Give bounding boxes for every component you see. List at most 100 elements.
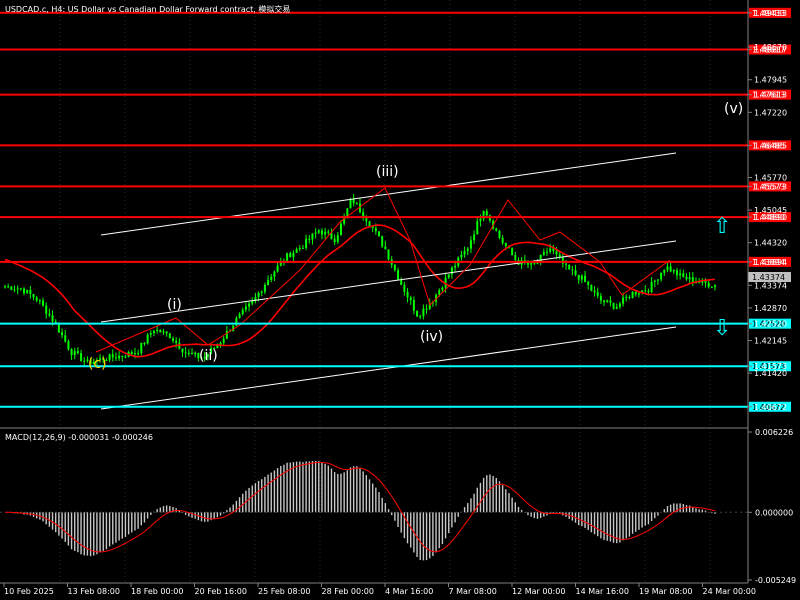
candle-body — [628, 297, 631, 299]
wave-label-iv: (iv) — [420, 329, 443, 345]
candle-body — [603, 300, 606, 303]
candle-body — [26, 289, 29, 294]
candle-body — [660, 272, 663, 280]
candle-body — [466, 248, 469, 251]
candle-body — [533, 262, 536, 264]
wave-label-ii: (ii) — [199, 348, 218, 364]
price-tick-label: 1.47613 — [754, 91, 787, 100]
up-arrow-icon: ⇧ — [713, 214, 731, 239]
price-tick-label: 1.44890 — [754, 213, 787, 222]
candle-body — [175, 340, 178, 343]
candle-body — [593, 290, 596, 293]
candle-body — [587, 281, 590, 286]
wave-label-i: (i) — [167, 297, 182, 313]
candle-body — [571, 269, 574, 271]
macd-tick-label: 0.006226 — [755, 428, 793, 437]
candle-body — [416, 310, 419, 317]
candle-body — [171, 338, 174, 341]
candle-body — [64, 335, 67, 342]
candle-body — [320, 230, 323, 235]
time-tick-label: 7 Mar 08:00 — [449, 587, 497, 596]
candle-body — [495, 228, 498, 231]
candle-body — [479, 218, 482, 222]
candle-body — [305, 238, 308, 248]
candle-body — [596, 292, 599, 296]
candle-body — [355, 203, 358, 205]
candle-body — [70, 349, 73, 355]
candle-body — [270, 276, 273, 280]
candle-body — [656, 279, 659, 281]
candle-body — [162, 331, 165, 333]
trading-chart[interactable]: 1.49433 1.48617 1.47613 1.46485 1.45573 1.448… — [0, 0, 800, 600]
candle-body — [35, 297, 38, 301]
candle-body — [314, 232, 317, 234]
candle-body — [397, 270, 400, 280]
candle-body — [498, 230, 501, 238]
candle-body — [476, 221, 479, 235]
candle-body — [61, 332, 64, 336]
candle-body — [647, 290, 650, 292]
candle-body — [606, 300, 609, 303]
candle-body — [577, 274, 580, 280]
candle-body — [336, 235, 339, 243]
candle-body — [637, 293, 640, 295]
time-tick-label: 10 Feb 2025 — [4, 587, 54, 596]
candle-body — [419, 316, 422, 318]
price-tick-label: 1.40672 — [754, 403, 787, 412]
candle-body — [339, 223, 342, 236]
time-tick-label: 24 Mar 00:00 — [703, 587, 756, 596]
candle-body — [108, 354, 111, 361]
candle-body — [698, 282, 701, 284]
price-tick-label: 1.42145 — [754, 337, 787, 346]
candle-body — [248, 303, 251, 307]
candle-body — [45, 305, 48, 314]
time-tick-label: 4 Mar 16:00 — [385, 587, 433, 596]
price-tick-label: 1.46485 — [754, 141, 787, 150]
candle-body — [324, 231, 327, 235]
candle-body — [463, 250, 466, 255]
candle-body — [631, 291, 634, 298]
candle-body — [568, 264, 571, 270]
candle-body — [143, 342, 146, 344]
candle-body — [146, 334, 149, 344]
candle-body — [384, 246, 387, 250]
candle-body — [584, 275, 587, 282]
candle-body — [368, 221, 371, 227]
price-tick-label: 1.48617 — [754, 46, 787, 55]
candle-body — [48, 313, 51, 316]
wave-label-iii: (iii) — [376, 164, 399, 180]
candle-body — [514, 254, 517, 261]
candle-body — [10, 286, 13, 290]
candle-body — [23, 288, 26, 294]
candle-body — [473, 234, 476, 241]
candle-body — [618, 303, 621, 307]
candle-body — [403, 284, 406, 292]
candle-body — [4, 286, 6, 288]
time-tick-label: 12 Mar 00:00 — [512, 587, 565, 596]
candle-body — [118, 355, 121, 359]
candle-body — [511, 248, 514, 255]
candle-body — [590, 285, 593, 291]
candle-body — [454, 265, 457, 268]
current-price-marker: 1.43374 — [748, 272, 791, 282]
candle-body — [317, 230, 320, 233]
candle-body — [387, 249, 390, 260]
candle-body — [292, 252, 295, 258]
candle-body — [165, 331, 168, 334]
candle-body — [412, 300, 415, 311]
candle-body — [191, 353, 194, 355]
candle-body — [565, 263, 568, 265]
candle-body — [685, 277, 688, 280]
candle-body — [450, 267, 453, 275]
candle-body — [121, 355, 124, 357]
candle-body — [346, 208, 349, 216]
candle-body — [137, 352, 140, 354]
candle-body — [650, 281, 653, 292]
candle-body — [374, 228, 377, 232]
candle-body — [352, 199, 355, 204]
candle-body — [7, 286, 10, 288]
candle-body — [669, 266, 672, 272]
candle-body — [124, 356, 127, 358]
candle-body — [181, 348, 184, 353]
macd-tick-label: -0.005249 — [755, 576, 796, 585]
